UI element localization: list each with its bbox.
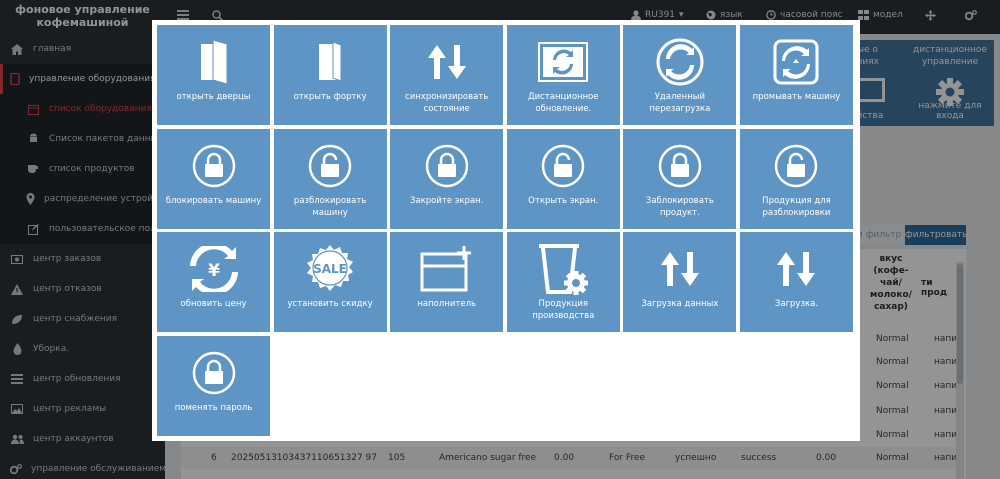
tile-label: Дистанционное обновление. <box>527 92 599 114</box>
upload-arrows-icon <box>776 232 816 298</box>
open-window-button[interactable]: открыть фортку <box>273 25 387 125</box>
tile-label: Продукция производства <box>532 299 595 322</box>
remote-restart-button[interactable]: Удаленный перезагрузка <box>623 25 737 125</box>
lock-icon <box>192 336 236 402</box>
sync-state-button[interactable]: синхронизировать состояние <box>390 25 504 125</box>
data-download-button[interactable]: Загрузка данных <box>623 232 737 333</box>
wash-icon <box>773 25 819 91</box>
tile-label: наполнитель <box>417 299 477 310</box>
data-arrows-icon <box>660 232 700 298</box>
lock-icon <box>192 129 236 195</box>
device-commands-modal: открыть дверцы открыть фортку синхронизи… <box>152 20 860 441</box>
tile-label: открыть дверцы <box>176 92 251 102</box>
open-screen-button[interactable]: Открыть экран. <box>506 128 620 229</box>
unlock-product-button[interactable]: Продукция для разблокировки <box>739 128 853 229</box>
lock-icon <box>425 129 469 195</box>
upload-button[interactable]: Загрузка. <box>739 232 853 333</box>
open-door-button[interactable]: открыть дверцы <box>157 25 270 125</box>
close-screen-button[interactable]: Закройте экран. <box>390 128 504 229</box>
restart-icon <box>655 25 705 91</box>
tile-label: Удаленный перезагрузка <box>649 92 711 114</box>
door-open-icon <box>199 25 229 91</box>
tile-label: Открыть экран. <box>528 195 599 206</box>
sale-badge-icon: SALE <box>305 232 355 298</box>
production-icon <box>537 232 589 298</box>
window-open-icon <box>315 25 345 91</box>
unlock-icon <box>308 129 352 195</box>
sync-arrows-icon <box>427 25 467 91</box>
tile-label: промывать машину <box>752 92 841 102</box>
svg-text:SALE: SALE <box>313 262 347 276</box>
tile-label: блокировать машину <box>165 195 262 206</box>
tile-label: Продукция для разблокировки <box>762 195 831 218</box>
remote-update-button[interactable]: Дистанционное обновление. <box>506 25 620 125</box>
tile-label: установить скидку <box>287 299 373 310</box>
tile-label: синхронизировать состояние <box>405 92 489 114</box>
set-discount-button[interactable]: SALE установить скидку <box>273 232 387 333</box>
lock-product-button[interactable]: Заблокировать продукт. <box>623 128 737 229</box>
wash-machine-button[interactable]: промывать машину <box>739 25 853 125</box>
filler-button[interactable]: наполнитель <box>390 232 504 333</box>
tile-label: поменять пароль <box>174 402 253 413</box>
update-price-button[interactable]: ¥ обновить цену <box>157 232 270 333</box>
tile-label: Заблокировать продукт. <box>645 195 714 218</box>
change-password-button[interactable]: поменять пароль <box>157 335 270 436</box>
filler-icon <box>420 232 474 298</box>
unlock-icon <box>541 129 585 195</box>
remote-update-icon <box>538 25 589 91</box>
tile-label: открыть фортку <box>293 92 367 102</box>
unlock-icon <box>774 129 818 195</box>
production-button[interactable]: Продукция производства <box>506 232 620 333</box>
svg-text:¥: ¥ <box>208 261 220 281</box>
tile-label: Закройте экран. <box>409 195 484 206</box>
tile-label: разблокировать машину <box>293 195 367 218</box>
command-grid: открыть дверцы открыть фортку синхронизи… <box>157 25 853 436</box>
price-refresh-icon: ¥ <box>188 232 240 298</box>
lock-icon <box>658 129 702 195</box>
tile-label: Загрузка. <box>774 299 819 310</box>
tile-label: Загрузка данных <box>641 299 719 310</box>
tile-label: обновить цену <box>180 299 247 310</box>
unlock-machine-button[interactable]: разблокировать машину <box>273 128 387 229</box>
lock-machine-button[interactable]: блокировать машину <box>157 128 270 229</box>
